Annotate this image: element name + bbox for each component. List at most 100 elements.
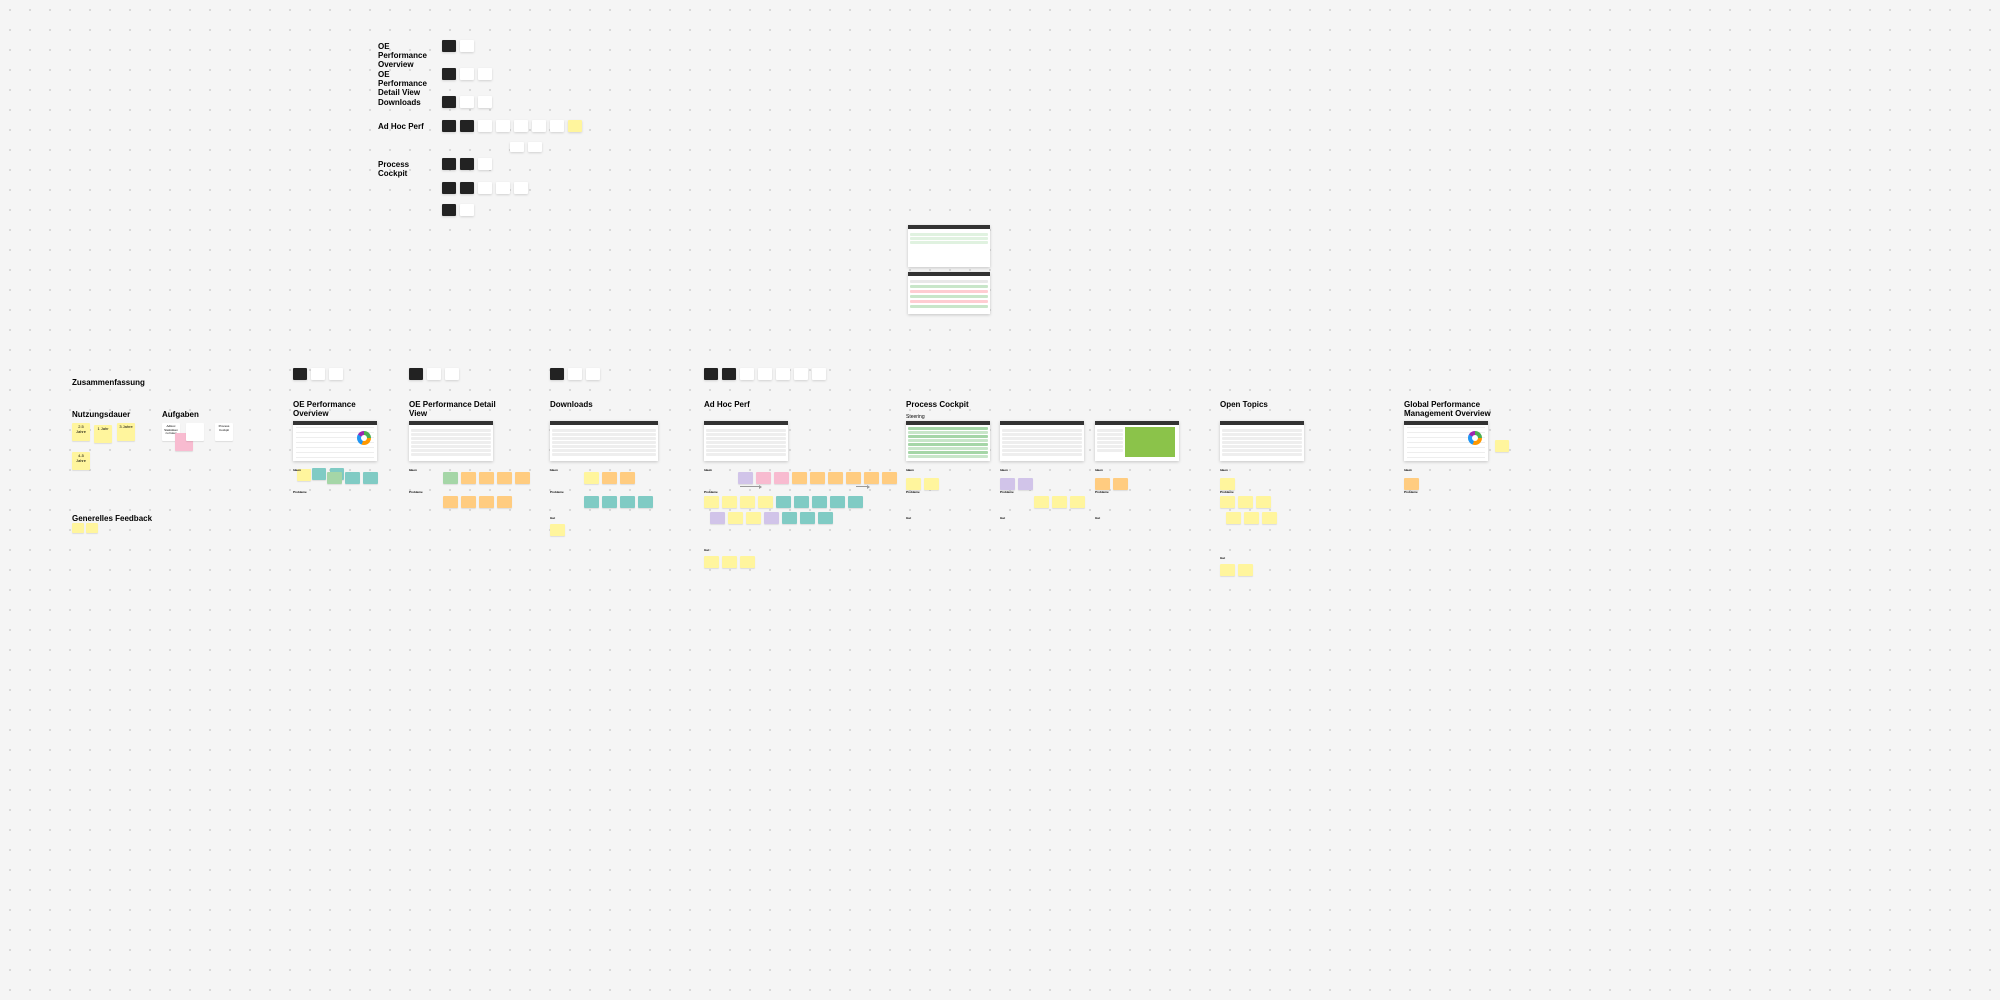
ideen-sticky[interactable] xyxy=(864,472,879,484)
probleme-sticky[interactable] xyxy=(638,496,653,508)
probleme-sticky[interactable] xyxy=(758,496,773,508)
ideen-sticky[interactable] xyxy=(1404,478,1419,490)
mock-screen[interactable] xyxy=(1095,421,1179,461)
probleme-sticky[interactable] xyxy=(782,512,797,524)
ideen-sticky[interactable] xyxy=(1018,478,1033,490)
duration-sticky[interactable]: 3 Jahre xyxy=(117,423,135,441)
extra-sticky[interactable] xyxy=(1495,440,1509,452)
ideen-sticky[interactable] xyxy=(479,472,494,484)
outline-card[interactable] xyxy=(478,158,492,170)
probleme-sticky[interactable] xyxy=(602,496,617,508)
gut-sticky[interactable] xyxy=(1220,564,1235,576)
outline-card[interactable] xyxy=(442,182,456,194)
mock-screen[interactable] xyxy=(409,421,493,461)
probleme-sticky[interactable] xyxy=(776,496,791,508)
ideen-sticky[interactable] xyxy=(327,472,342,484)
probleme-sticky[interactable] xyxy=(1070,496,1085,508)
gut-sticky[interactable] xyxy=(1238,564,1253,576)
column-header-card[interactable] xyxy=(740,368,754,380)
ideen-sticky[interactable] xyxy=(602,472,617,484)
ideen-sticky[interactable] xyxy=(1113,478,1128,490)
duration-sticky[interactable]: 1 Jahr xyxy=(94,425,112,443)
ideen-sticky[interactable] xyxy=(792,472,807,484)
ideen-sticky[interactable] xyxy=(882,472,897,484)
ideen-sticky[interactable] xyxy=(1220,478,1235,490)
ideen-sticky[interactable] xyxy=(924,478,939,490)
probleme-sticky[interactable] xyxy=(479,496,494,508)
reference-frame[interactable] xyxy=(908,272,990,314)
probleme-sticky[interactable] xyxy=(710,512,725,524)
probleme-sticky[interactable] xyxy=(461,496,476,508)
ideen-sticky[interactable] xyxy=(810,472,825,484)
mock-screen[interactable] xyxy=(1000,421,1084,461)
column-header-card[interactable] xyxy=(445,368,459,380)
outline-card[interactable] xyxy=(442,68,456,80)
probleme-sticky[interactable] xyxy=(1238,496,1253,508)
column-header-card[interactable] xyxy=(311,368,325,380)
outline-card[interactable] xyxy=(514,182,528,194)
outline-card[interactable] xyxy=(532,120,546,132)
outline-card[interactable] xyxy=(442,158,456,170)
ideen-sticky[interactable] xyxy=(515,472,530,484)
outline-card[interactable] xyxy=(568,120,582,132)
probleme-sticky[interactable] xyxy=(794,496,809,508)
outline-card[interactable] xyxy=(550,120,564,132)
gut-sticky[interactable] xyxy=(740,556,755,568)
column-header-card[interactable] xyxy=(293,368,307,380)
probleme-sticky[interactable] xyxy=(1220,496,1235,508)
outline-card[interactable] xyxy=(460,120,474,132)
column-header-card[interactable] xyxy=(794,368,808,380)
column-header-card[interactable] xyxy=(812,368,826,380)
ideen-sticky[interactable] xyxy=(363,472,378,484)
probleme-sticky[interactable] xyxy=(812,496,827,508)
ideen-sticky[interactable] xyxy=(1095,478,1110,490)
extra-sticky[interactable] xyxy=(312,468,326,480)
mock-screen[interactable] xyxy=(704,421,788,461)
probleme-sticky[interactable] xyxy=(620,496,635,508)
probleme-sticky[interactable] xyxy=(584,496,599,508)
outline-card[interactable] xyxy=(478,120,492,132)
probleme-sticky[interactable] xyxy=(497,496,512,508)
outline-card[interactable] xyxy=(442,120,456,132)
probleme-sticky[interactable] xyxy=(740,496,755,508)
column-header-card[interactable] xyxy=(586,368,600,380)
ideen-sticky[interactable] xyxy=(906,478,921,490)
probleme-sticky[interactable] xyxy=(1256,496,1271,508)
probleme-sticky[interactable] xyxy=(818,512,833,524)
ideen-sticky[interactable] xyxy=(584,472,599,484)
probleme-sticky[interactable] xyxy=(728,512,743,524)
ideen-sticky[interactable] xyxy=(846,472,861,484)
outline-card[interactable] xyxy=(528,142,542,152)
outline-card[interactable] xyxy=(442,204,456,216)
outline-card[interactable] xyxy=(478,182,492,194)
duration-sticky[interactable]: 2.5 Jahre xyxy=(72,423,90,441)
outline-card[interactable] xyxy=(496,182,510,194)
ideen-sticky[interactable] xyxy=(756,472,771,484)
mock-screen[interactable] xyxy=(550,421,658,461)
ideen-sticky[interactable] xyxy=(738,472,753,484)
column-header-card[interactable] xyxy=(568,368,582,380)
probleme-sticky[interactable] xyxy=(764,512,779,524)
outline-card[interactable] xyxy=(478,68,492,80)
outline-card[interactable] xyxy=(510,142,524,152)
outline-card[interactable] xyxy=(460,158,474,170)
outline-card[interactable] xyxy=(460,96,474,108)
gut-sticky[interactable] xyxy=(704,556,719,568)
probleme-sticky[interactable] xyxy=(830,496,845,508)
outline-card[interactable] xyxy=(478,96,492,108)
ideen-sticky[interactable] xyxy=(497,472,512,484)
probleme-sticky[interactable] xyxy=(1244,512,1259,524)
outline-card[interactable] xyxy=(496,120,510,132)
probleme-sticky[interactable] xyxy=(1034,496,1049,508)
ideen-sticky[interactable] xyxy=(828,472,843,484)
mock-screen[interactable] xyxy=(293,421,377,461)
outline-card[interactable] xyxy=(442,40,456,52)
mock-screen[interactable] xyxy=(1220,421,1304,461)
probleme-sticky[interactable] xyxy=(848,496,863,508)
column-header-card[interactable] xyxy=(758,368,772,380)
outline-card[interactable] xyxy=(442,96,456,108)
column-header-card[interactable] xyxy=(409,368,423,380)
outline-card[interactable] xyxy=(460,40,474,52)
outline-card[interactable] xyxy=(460,182,474,194)
gut-sticky[interactable] xyxy=(722,556,737,568)
